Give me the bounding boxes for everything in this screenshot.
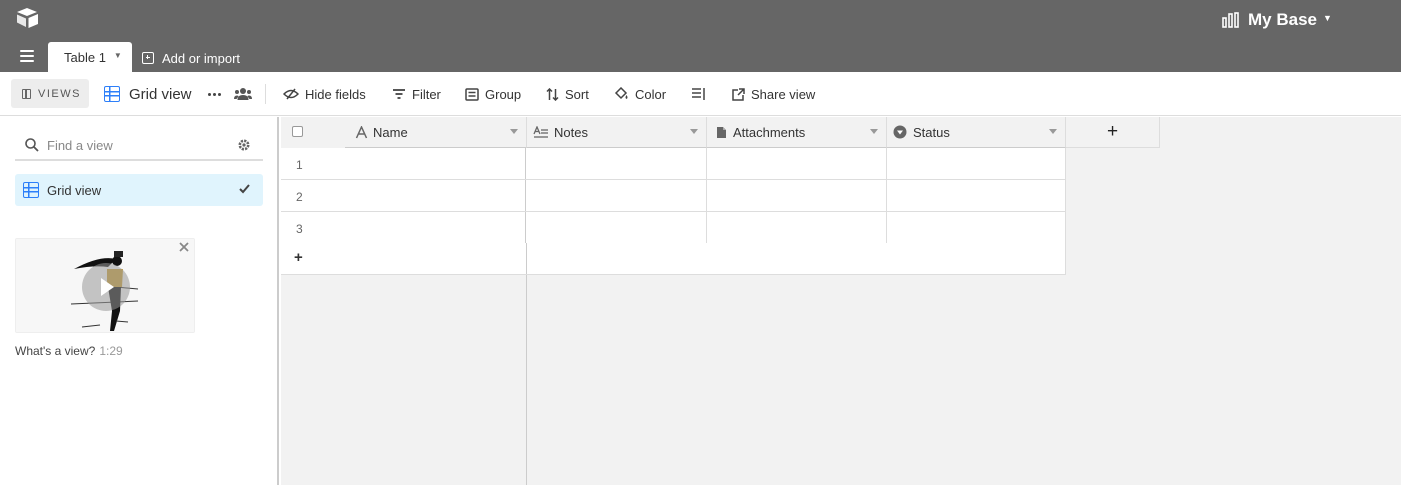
column-header-status[interactable]: Status xyxy=(887,117,1066,148)
row-number: 1 xyxy=(296,158,303,172)
add-row-label: + xyxy=(294,249,303,266)
cell-status[interactable] xyxy=(887,180,1066,211)
app-header: My Base ▼ Table 1 ▼ Add or import xyxy=(0,0,1401,72)
frozen-column-divider xyxy=(526,243,527,274)
column-label: Notes xyxy=(554,124,588,140)
views-sidebar: Grid view What's a view?1:29 xyxy=(0,117,279,485)
group-icon xyxy=(465,87,479,101)
chevron-down-icon[interactable]: ▼ xyxy=(114,51,122,60)
cell-attachments[interactable] xyxy=(707,212,887,243)
primary-cell[interactable]: 1 xyxy=(281,148,526,179)
airtable-logo-icon[interactable] xyxy=(16,7,40,29)
views-label: VIEWS xyxy=(38,87,81,100)
video-duration: 1:29 xyxy=(99,344,123,358)
column-header-name[interactable]: Name xyxy=(345,117,527,148)
share-view-button[interactable]: Share view xyxy=(732,84,815,104)
single-select-icon xyxy=(893,125,907,139)
long-text-icon xyxy=(533,125,548,138)
table-row[interactable]: 1 xyxy=(281,148,1066,180)
video-caption: What's a view? 1:29 xyxy=(15,344,123,358)
paint-bucket-icon xyxy=(614,87,628,100)
hamburger-menu-icon[interactable] xyxy=(20,50,34,62)
chevron-down-icon[interactable] xyxy=(1049,129,1057,134)
bar-chart-icon xyxy=(1222,12,1239,28)
hide-fields-icon xyxy=(283,88,299,100)
text-icon xyxy=(355,125,368,138)
add-or-import-button[interactable]: Add or import xyxy=(142,48,240,68)
group-button[interactable]: Group xyxy=(465,84,521,104)
color-label: Color xyxy=(635,86,667,102)
video-illustration xyxy=(16,239,194,332)
video-title: What's a view? xyxy=(15,344,96,358)
external-share-icon xyxy=(732,87,745,101)
primary-cell[interactable]: 2 xyxy=(281,180,526,211)
color-button[interactable]: Color xyxy=(614,84,666,104)
table-row[interactable]: 2 xyxy=(281,180,1066,212)
add-or-import-label: Add or import xyxy=(162,50,241,66)
select-all-checkbox[interactable] xyxy=(292,126,303,137)
toolbar-divider xyxy=(265,84,266,104)
share-view-label: Share view xyxy=(751,86,816,102)
hide-fields-button[interactable]: Hide fields xyxy=(283,84,366,104)
filter-icon xyxy=(393,89,405,99)
base-name-menu[interactable]: My Base ▼ xyxy=(1222,8,1332,32)
chevron-down-icon[interactable] xyxy=(690,129,698,134)
plus-square-icon xyxy=(142,52,154,64)
row-height-icon[interactable] xyxy=(691,87,706,101)
sort-label: Sort xyxy=(565,86,589,102)
cell-status[interactable] xyxy=(887,148,1066,179)
cell-attachments[interactable] xyxy=(707,148,887,179)
close-icon[interactable] xyxy=(178,241,190,253)
add-row-button[interactable]: + xyxy=(281,243,1066,275)
view-item-label: Grid view xyxy=(47,182,102,198)
sidebar-view-grid-view[interactable]: Grid view xyxy=(15,174,263,206)
row-number: 3 xyxy=(296,222,303,236)
cell-notes[interactable] xyxy=(527,180,707,211)
grid-view-icon xyxy=(23,182,39,198)
chevron-down-icon: ▼ xyxy=(1322,13,1332,23)
cell-status[interactable] xyxy=(887,212,1066,243)
add-field-label: + xyxy=(1106,121,1119,142)
chevron-down-icon[interactable] xyxy=(510,129,518,134)
more-options-icon[interactable] xyxy=(208,91,221,97)
column-label: Status xyxy=(913,124,950,140)
find-view-input[interactable] xyxy=(47,137,227,153)
search-icon xyxy=(25,138,39,152)
collaborators-icon[interactable] xyxy=(234,87,252,101)
sort-button[interactable]: Sort xyxy=(546,84,589,104)
checkmark-icon xyxy=(239,184,250,194)
tutorial-video-thumbnail[interactable] xyxy=(15,238,195,333)
primary-cell[interactable]: 3 xyxy=(281,212,526,243)
sidebar-icon xyxy=(22,88,31,99)
table-row[interactable]: 3 xyxy=(281,212,1066,244)
document-icon xyxy=(717,126,726,138)
views-toggle-button[interactable]: VIEWS xyxy=(11,79,89,108)
current-view-label: Grid view xyxy=(129,85,192,103)
gear-icon[interactable] xyxy=(237,138,251,152)
hide-fields-label: Hide fields xyxy=(305,86,366,102)
cell-notes[interactable] xyxy=(527,212,707,243)
tab-label: Table 1 xyxy=(64,49,106,65)
column-header-attachments[interactable]: Attachments xyxy=(707,117,887,148)
find-view-search xyxy=(15,131,263,161)
cell-attachments[interactable] xyxy=(707,180,887,211)
add-field-button[interactable]: + xyxy=(1066,117,1160,148)
cell-notes[interactable] xyxy=(527,148,707,179)
filter-button[interactable]: Filter xyxy=(392,84,441,104)
grid-view-icon xyxy=(104,86,120,102)
current-view-name[interactable]: Grid view xyxy=(104,84,192,104)
group-label: Group xyxy=(485,86,522,102)
tab-table-1[interactable]: Table 1 ▼ xyxy=(48,42,132,72)
column-label: Attachments xyxy=(733,124,806,140)
sort-icon xyxy=(546,87,559,101)
row-number: 2 xyxy=(296,190,303,204)
view-toolbar: VIEWS Grid view Hide fields Filter Group… xyxy=(0,72,1401,116)
filter-label: Filter xyxy=(412,86,441,102)
chevron-down-icon[interactable] xyxy=(870,129,878,134)
base-name-label: My Base xyxy=(1248,10,1317,29)
column-header-notes[interactable]: Notes xyxy=(527,117,707,148)
column-label: Name xyxy=(373,124,408,140)
